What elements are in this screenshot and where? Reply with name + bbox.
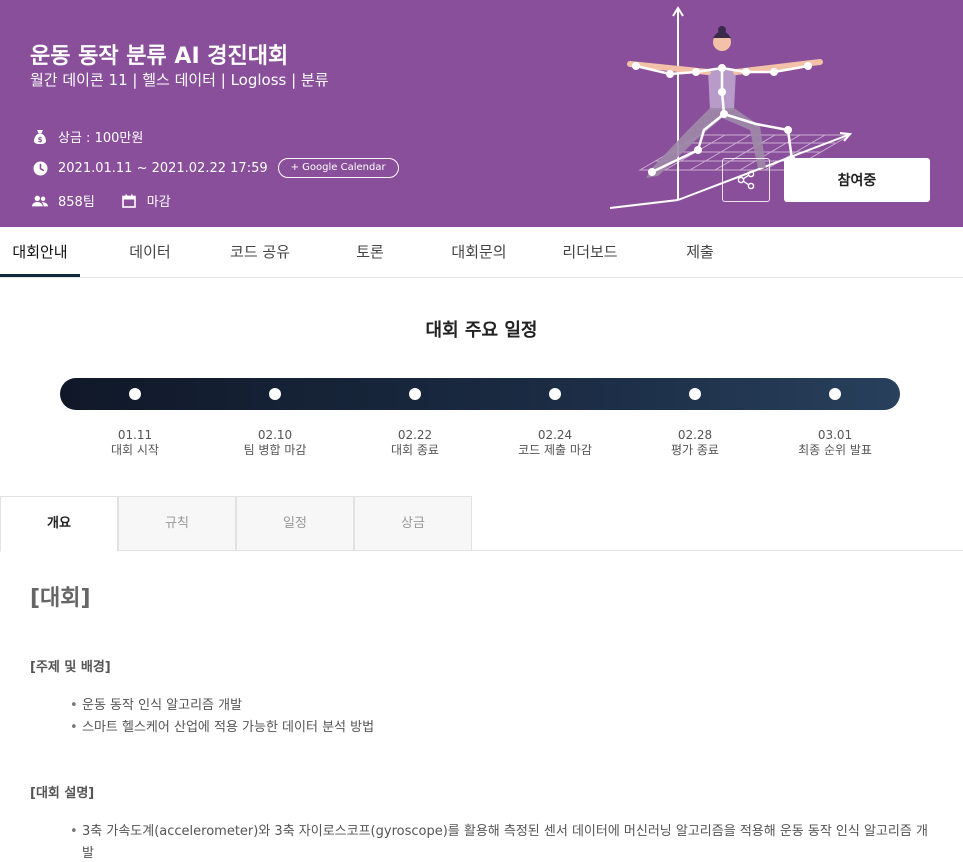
subtab-schedule[interactable]: 일정	[236, 496, 354, 551]
overview-content: [대회] [주제 및 배경] 운동 동작 인식 알고리즘 개발 스마트 헬스케어…	[30, 580, 930, 861]
users-icon	[32, 193, 48, 209]
content-heading: [대회]	[30, 586, 91, 611]
subtab-prize[interactable]: 상금	[354, 496, 472, 551]
subtab-rules[interactable]: 규칙	[118, 496, 236, 551]
calendar-icon	[121, 193, 137, 209]
period-row: 2021.01.11 ~ 2021.02.22 17:59 + Google C…	[32, 158, 399, 178]
schedule-item: 01.11 대회 시작	[65, 428, 205, 458]
list-item: 운동 동작 인식 알고리즘 개발	[70, 695, 374, 717]
tab-leaderboard[interactable]: 리더보드	[545, 227, 635, 277]
share-icon	[737, 170, 755, 190]
topic-list: 운동 동작 인식 알고리즘 개발 스마트 헬스케어 산업에 적용 가능한 데이터…	[70, 695, 374, 739]
timeline-dot	[409, 388, 421, 400]
schedule-label: 최종 순위 발표	[798, 443, 872, 457]
schedule-item: 02.24 코드 제출 마감	[485, 428, 625, 458]
prize-row: $ 상금 : 100만원	[32, 127, 143, 146]
timeline-dot	[129, 388, 141, 400]
tab-submit[interactable]: 제출	[660, 227, 740, 277]
period-text: 2021.01.11 ~ 2021.02.22 17:59	[58, 160, 268, 176]
schedule-label: 대회 종료	[391, 443, 439, 457]
clock-icon	[32, 160, 48, 176]
timeline-dot	[829, 388, 841, 400]
money-bag-icon: $	[32, 129, 48, 145]
info-subtab-bar: 개요 규칙 일정 상금	[0, 496, 963, 552]
schedule-label: 코드 제출 마감	[518, 443, 592, 457]
share-button[interactable]	[722, 158, 770, 202]
main-tab-bar: 대회안내 데이터 코드 공유 토론 대회문의 리더보드 제출	[0, 227, 963, 278]
schedule-date: 02.10	[257, 428, 293, 442]
schedule-date: 03.01	[817, 428, 853, 442]
join-button[interactable]: 참여중	[784, 158, 930, 202]
description-list: 3축 가속도계(accelerometer)와 3축 자이로스코프(gyrosc…	[70, 821, 930, 862]
status-group: 마감	[121, 191, 171, 210]
schedule-item: 02.22 대회 종료	[345, 428, 485, 458]
tab-data[interactable]: 데이터	[110, 227, 190, 277]
teams-row: 858팀 마감	[32, 191, 171, 210]
tab-overview[interactable]: 대회안내	[0, 227, 80, 277]
schedule-date: 01.11	[117, 428, 153, 442]
list-item: 3축 가속도계(accelerometer)와 3축 자이로스코프(gyrosc…	[70, 821, 930, 862]
tab-code-share[interactable]: 코드 공유	[215, 227, 305, 277]
section-title-topic: [주제 및 배경]	[30, 660, 111, 675]
schedule-label: 팀 병합 마감	[243, 443, 307, 457]
schedule-title: 대회 주요 일정	[425, 320, 538, 341]
schedule-date: 02.22	[397, 428, 433, 442]
schedule-label: 대회 시작	[111, 443, 159, 457]
schedule-timeline	[60, 378, 900, 410]
prize-text: 상금 : 100만원	[58, 131, 144, 146]
schedule-item: 02.10 팀 병합 마감	[205, 428, 345, 458]
status-text: 마감	[146, 195, 171, 210]
section-title-description: [대회 설명]	[30, 786, 95, 801]
competition-banner: 운동 동작 분류 AI 경진대회 월간 데이콘 11 | 헬스 데이터 | Lo…	[0, 0, 963, 227]
tab-discussion[interactable]: 토론	[330, 227, 410, 277]
schedule-date: 02.28	[677, 428, 713, 442]
schedule-date: 02.24	[537, 428, 573, 442]
tab-inquiry[interactable]: 대회문의	[434, 227, 524, 277]
schedule-label: 평가 종료	[671, 443, 719, 457]
svg-text:$: $	[38, 136, 43, 144]
timeline-dot	[689, 388, 701, 400]
list-item: 스마트 헬스케어 산업에 적용 가능한 데이터 분석 방법	[70, 717, 374, 739]
schedule-item: 02.28 평가 종료	[625, 428, 765, 458]
schedule-item: 03.01 최종 순위 발표	[765, 428, 905, 458]
competition-subtitle: 월간 데이콘 11 | 헬스 데이터 | Logloss | 분류	[30, 71, 329, 89]
timeline-dot	[549, 388, 561, 400]
teams-count: 858팀	[58, 195, 95, 210]
google-calendar-button[interactable]: + Google Calendar	[277, 158, 399, 178]
timeline-dot	[269, 388, 281, 400]
subtab-overview[interactable]: 개요	[0, 496, 118, 552]
competition-title: 운동 동작 분류 AI 경진대회	[30, 44, 289, 69]
